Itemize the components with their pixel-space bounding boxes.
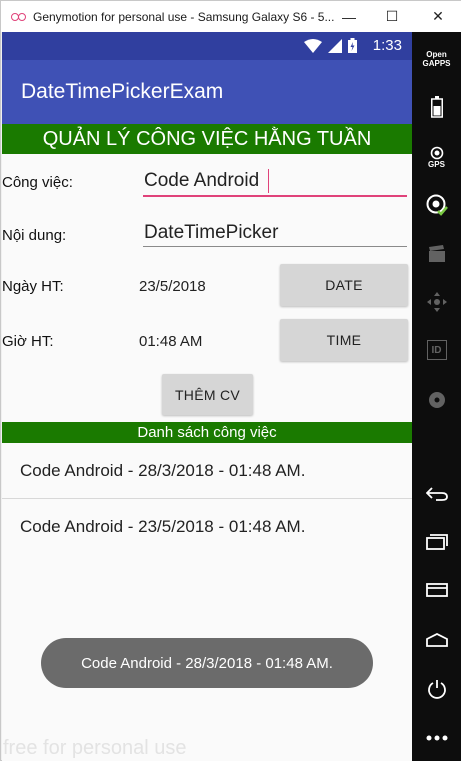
open-gapps-label: Open — [426, 50, 447, 59]
disk-tool-button[interactable] — [412, 386, 461, 414]
power-icon — [427, 680, 446, 699]
date-value: 23/5/2018 — [139, 278, 206, 295]
webcam-tool-button[interactable] — [412, 190, 461, 220]
text-cursor — [268, 169, 269, 193]
recent-apps-icon — [425, 534, 448, 550]
back-button[interactable] — [412, 480, 461, 508]
id-label: ID — [431, 344, 442, 356]
open-gapps-button[interactable]: Open GAPPS — [412, 44, 461, 74]
status-time: 1:33 — [372, 37, 402, 54]
back-arrow-icon — [425, 487, 448, 501]
time-value: 01:48 AM — [139, 333, 203, 350]
dpad-tool-button[interactable] — [412, 288, 461, 316]
window-title: Genymotion for personal use - Samsung Ga… — [33, 9, 335, 24]
content-label: Nội dung: — [2, 227, 67, 244]
maximize-button[interactable]: ☐ — [369, 1, 415, 32]
status-icons — [304, 38, 357, 53]
battery-icon — [348, 38, 357, 53]
id-icon: ID — [426, 340, 447, 360]
status-bar: 1:33 — [2, 32, 412, 60]
emulator-window: Genymotion for personal use - Samsung Ga… — [0, 0, 461, 761]
list-item[interactable]: Code Android - 23/5/2018 - 01:48 AM. — [2, 499, 412, 554]
home-icon — [425, 633, 448, 647]
menu-icon — [425, 583, 448, 597]
time-label: Giờ HT: — [2, 333, 54, 350]
more-options-button[interactable] — [412, 726, 461, 750]
screencast-tool-button[interactable] — [412, 240, 461, 268]
minimize-button[interactable]: — — [326, 1, 372, 32]
device-screen: 1:33 DateTimePickerExam QUẢN LÝ CÔNG VIỆ… — [2, 32, 412, 761]
gps-icon — [430, 146, 443, 159]
more-dots-icon — [426, 735, 447, 741]
window-titlebar: Genymotion for personal use - Samsung Ga… — [1, 1, 461, 32]
gps-tool-button[interactable]: GPS — [412, 140, 461, 174]
wifi-icon — [304, 38, 322, 53]
time-button[interactable]: TIME — [280, 319, 408, 361]
page-title-banner: QUẢN LÝ CÔNG VIỆC HẰNG TUẦN — [2, 124, 412, 154]
emulator-toolbar: Open GAPPS GPS ID — [412, 32, 461, 761]
close-button[interactable]: ✕ — [415, 1, 461, 32]
dpad-icon — [426, 292, 447, 312]
task-label: Công việc: — [2, 174, 73, 191]
task-input-underline — [143, 195, 407, 197]
content-input-underline — [143, 246, 407, 247]
device-id-tool-button[interactable]: ID — [412, 336, 461, 364]
content-input[interactable]: DateTimePicker — [144, 222, 278, 244]
home-button[interactable] — [412, 626, 461, 654]
list-item[interactable]: Code Android - 28/3/2018 - 01:48 AM. — [2, 443, 412, 498]
task-list-header: Danh sách công việc — [2, 422, 412, 443]
app-title: DateTimePickerExam — [21, 80, 224, 103]
disk-icon — [428, 392, 445, 408]
camera-icon — [426, 194, 448, 216]
date-label: Ngày HT: — [2, 278, 64, 295]
clapperboard-icon — [428, 245, 445, 262]
add-task-button[interactable]: THÊM CV — [162, 374, 253, 415]
battery-tool-button[interactable] — [412, 92, 461, 122]
date-button[interactable]: DATE — [280, 264, 408, 306]
gapps-label: GAPPS — [422, 59, 451, 68]
task-input[interactable]: Code Android — [144, 170, 259, 192]
app-bar: DateTimePickerExam — [2, 60, 412, 124]
power-button[interactable] — [412, 674, 461, 704]
watermark-text: free for personal use — [3, 737, 187, 759]
battery-icon — [430, 96, 443, 118]
recent-apps-button[interactable] — [412, 528, 461, 556]
signal-icon — [328, 38, 342, 53]
gps-label: GPS — [428, 159, 445, 169]
menu-button[interactable] — [412, 576, 461, 604]
toast-message: Code Android - 28/3/2018 - 01:48 AM. — [41, 638, 373, 688]
genymotion-logo-icon — [11, 12, 27, 22]
